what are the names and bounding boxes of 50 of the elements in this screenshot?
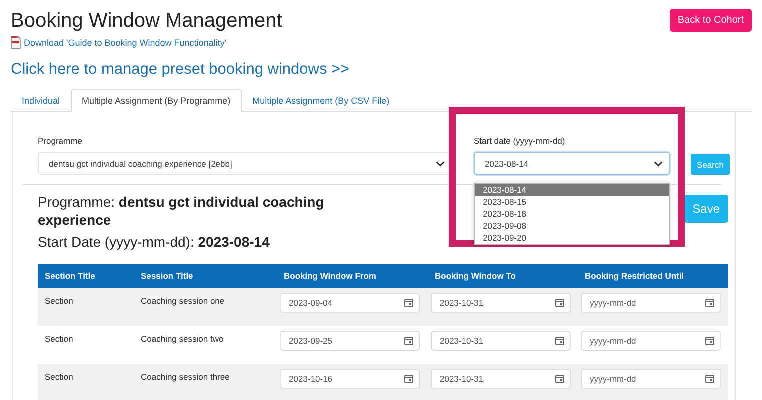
dropdown-option[interactable]: 2023-08-15: [475, 196, 669, 208]
dropdown-option[interactable]: 2023-09-08: [475, 220, 669, 232]
table-cell: Section: [38, 288, 134, 326]
pdf-file-icon: [11, 36, 21, 49]
calendar-icon: [705, 336, 715, 346]
dropdown-option[interactable]: 2023-08-18: [475, 208, 669, 220]
table-cell: Section: [38, 326, 134, 364]
caret-icon: [436, 160, 445, 166]
programme-select[interactable]: dentsu gct individual coaching experience [2ebb]: [38, 152, 452, 175]
date-input-field[interactable]: 2023-10-16: [280, 369, 420, 389]
calendar-icon: [404, 298, 414, 308]
programme-heading: Programme: dentsu gct individual coaching experience: [38, 193, 326, 229]
back-to-cohort-button[interactable]: Back to Cohort: [670, 9, 752, 32]
calendar-icon: [404, 336, 414, 346]
table-cell: Coaching session two: [134, 326, 277, 364]
column-header: Session Title: [134, 264, 277, 288]
tab[interactable]: Individual: [11, 89, 72, 112]
table-cell: Section: [38, 364, 134, 400]
calendar-icon: [555, 298, 565, 308]
start-date-select[interactable]: 2023-08-14: [474, 152, 670, 175]
column-header: Booking Restricted Until: [578, 264, 728, 288]
field-label: Programme: [38, 136, 84, 146]
calendar-icon: [705, 298, 715, 308]
date-input-field[interactable]: 2023-09-04: [280, 293, 420, 313]
calendar-icon: [555, 336, 565, 346]
column-header: Section Title: [38, 264, 134, 288]
calendar-icon: [555, 374, 565, 384]
column-header: Booking Window From: [277, 264, 428, 288]
date-input-field[interactable]: yyyy-mm-dd: [581, 293, 721, 313]
field-label: Start date (yyyy-mm-dd): [474, 136, 566, 146]
table-cell: Coaching session three: [134, 364, 277, 400]
date-input-field[interactable]: 2023-10-31: [431, 331, 571, 351]
column-header: Booking Window To: [428, 264, 578, 288]
tab[interactable]: Multiple Assignment (By CSV File): [242, 89, 401, 112]
calendar-icon: [404, 374, 414, 384]
date-input-field[interactable]: yyyy-mm-dd: [581, 369, 721, 389]
table-cell: Coaching session one: [134, 288, 277, 326]
date-input-field[interactable]: yyyy-mm-dd: [581, 331, 721, 351]
page-title: Booking Window Management: [11, 10, 282, 33]
start-date-heading: Start Date (yyyy-mm-dd): 2023-08-14: [38, 234, 271, 250]
calendar-icon: [705, 374, 715, 384]
date-input-field[interactable]: 2023-10-31: [431, 293, 571, 313]
dropdown-option[interactable]: 2023-08-14: [475, 184, 669, 196]
tab[interactable]: Multiple Assignment (By Programme): [71, 89, 242, 112]
date-input-field[interactable]: 2023-10-31: [431, 369, 571, 389]
download-link[interactable]: Download 'Guide to Booking Window Functionality': [24, 38, 227, 48]
date-input-field[interactable]: 2023-09-25: [280, 331, 420, 351]
preset-link[interactable]: Click here to manage preset booking windows >>: [11, 61, 752, 79]
caret-icon: [654, 160, 663, 166]
dropdown-option[interactable]: 2023-09-20: [475, 232, 669, 244]
